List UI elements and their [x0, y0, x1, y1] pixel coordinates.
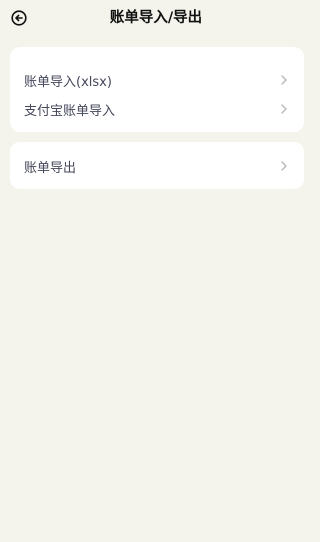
page-title: 账单导入/导出 — [109, 10, 203, 26]
menu-item-import-alipay[interactable]: 支付宝账单导入 — [10, 90, 304, 128]
menu-item-label: 账单导入(xlsx) — [24, 74, 112, 90]
menu-item-label: 支付宝账单导入 — [24, 103, 116, 119]
menu-item-export[interactable]: 账单导出 — [10, 147, 304, 185]
export-card: 账单导出 — [10, 142, 304, 189]
chevron-right-icon — [280, 102, 288, 116]
import-card: 账单导入(xlsx) 支付宝账单导入 — [10, 47, 304, 132]
chevron-right-icon — [280, 159, 288, 173]
menu-item-label: 账单导出 — [24, 160, 77, 176]
chevron-right-icon — [280, 73, 288, 87]
top-bar: 账单导入/导出 — [0, 0, 312, 38]
